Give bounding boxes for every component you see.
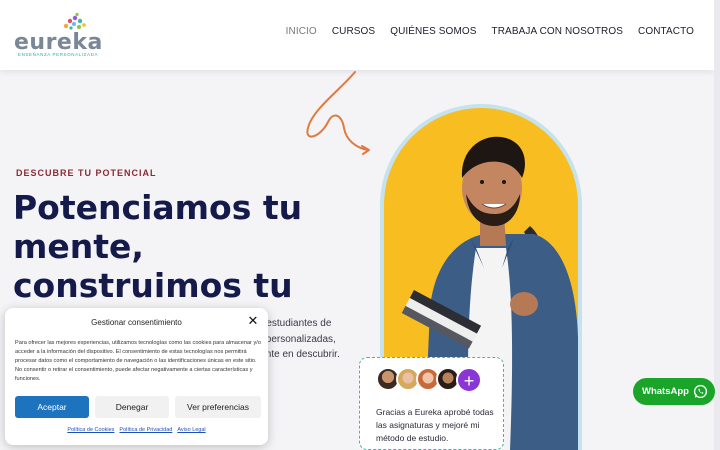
plus-icon[interactable]: +: [456, 367, 482, 393]
cookie-links: Política de Cookies Política de Privacid…: [5, 427, 268, 433]
eureka-logo[interactable]: eureka ENSEÑANZA PERSONALIZADA: [14, 12, 102, 60]
nav-item-quienes-somos[interactable]: QUIÉNES SOMOS: [390, 26, 476, 37]
nav-item-contacto[interactable]: CONTACTO: [638, 26, 694, 37]
nav-item-cursos[interactable]: CURSOS: [332, 26, 375, 37]
hero-body-line: s personalizadas,: [258, 333, 336, 345]
squiggle-decoration-icon: [306, 71, 370, 155]
cookie-buttons: Aceptar Denegar Ver preferencias: [15, 396, 261, 418]
nav-item-trabaja-con-nosotros[interactable]: TRABAJA CON NOSOTROS: [492, 26, 623, 37]
privacy-policy-link[interactable]: Política de Privacidad: [119, 427, 172, 433]
hero-body-line: iente en descubrir.: [258, 349, 340, 360]
whatsapp-icon: [693, 384, 708, 399]
hero-eyebrow: DESCUBRE TU POTENCIAL: [16, 168, 157, 178]
nav-item-inicio[interactable]: INICIO: [286, 26, 317, 37]
avatar-group: +: [376, 367, 482, 393]
hero-body-text: a estudiantes de s personalizadas, iente…: [258, 316, 368, 363]
testimonial-card: + Gracias a Eureka aprobé todas las asig…: [359, 357, 504, 450]
hero-body-line: a estudiantes de: [258, 318, 332, 329]
cookie-policy-link[interactable]: Política de Cookies: [67, 427, 114, 433]
legal-notice-link[interactable]: Aviso Legal: [177, 427, 205, 433]
logo-tagline: ENSEÑANZA PERSONALIZADA: [18, 52, 99, 57]
whatsapp-label: WhatsApp: [642, 386, 689, 397]
cookie-description: Para ofrecer las mejores experiencias, u…: [15, 340, 261, 382]
accept-button[interactable]: Aceptar: [15, 396, 89, 418]
close-icon[interactable]: ✕: [247, 314, 259, 327]
whatsapp-button[interactable]: WhatsApp: [633, 378, 715, 405]
deny-button[interactable]: Denegar: [95, 396, 169, 418]
page: eureka ENSEÑANZA PERSONALIZADA INICIO CU…: [0, 0, 720, 450]
main-nav: INICIO CURSOS QUIÉNES SOMOS TRABAJA CON …: [286, 26, 694, 37]
testimonial-text: Gracias a Eureka aprobé todas las asigna…: [376, 407, 494, 443]
cookie-title: Gestionar consentimiento: [91, 318, 182, 327]
view-preferences-button[interactable]: Ver preferencias: [175, 396, 261, 418]
cookie-consent-dialog: Gestionar consentimiento ✕ Para ofrecer …: [5, 308, 268, 445]
scrollbar[interactable]: [714, 0, 720, 450]
site-header: eureka ENSEÑANZA PERSONALIZADA INICIO CU…: [0, 0, 714, 70]
